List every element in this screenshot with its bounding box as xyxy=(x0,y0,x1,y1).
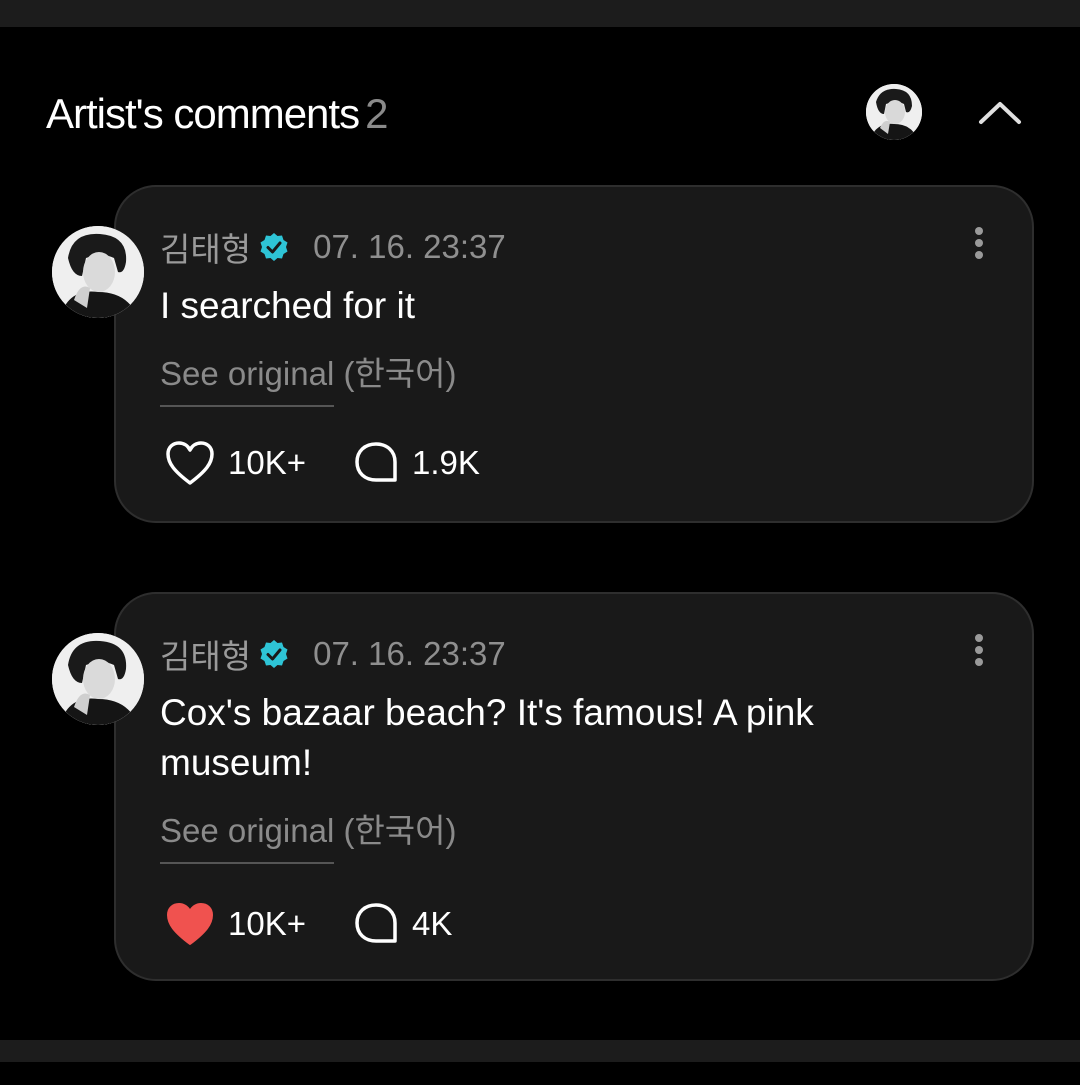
heart-filled-icon xyxy=(167,903,213,945)
like-button[interactable]: 10K+ xyxy=(164,900,306,948)
reply-count: 4K xyxy=(412,905,453,942)
original-language: (한국어) xyxy=(343,355,457,392)
see-original-link[interactable]: See original xyxy=(160,355,335,407)
chevron-up-icon xyxy=(979,102,1021,124)
comment-timestamp: 07. 16. 23:37 xyxy=(313,228,506,265)
dot xyxy=(975,227,983,235)
comment-count: 2 xyxy=(365,90,388,137)
heart-outline-icon xyxy=(166,441,214,485)
comment-text: Cox's bazaar beach? It's famous! A pink … xyxy=(160,692,814,783)
author-avatar[interactable] xyxy=(52,633,144,725)
collapse-button[interactable] xyxy=(972,88,1028,136)
artist-comments-header: Artist's comments 2 xyxy=(46,84,1036,140)
comment-actions: 10K+ 1.9K xyxy=(164,439,480,487)
reply-button[interactable]: 4K xyxy=(352,901,452,947)
comment-meta: 김태형 07. 16. 23:37 xyxy=(160,223,506,271)
comment-timestamp: 07. 16. 23:37 xyxy=(313,635,506,672)
reply-button[interactable]: 1.9K xyxy=(352,440,480,486)
speech-bubble-icon xyxy=(355,903,397,943)
like-count: 10K+ xyxy=(228,444,306,481)
author-name[interactable]: 김태형 xyxy=(160,630,251,678)
like-button[interactable]: 10K+ xyxy=(164,439,306,487)
author-avatar[interactable] xyxy=(52,226,144,318)
dot xyxy=(975,658,983,666)
speech-bubble-icon xyxy=(355,442,397,482)
artist-avatar[interactable] xyxy=(866,84,922,140)
dot xyxy=(975,239,983,247)
verified-badge-icon xyxy=(260,233,288,261)
dot xyxy=(975,634,983,642)
comment-actions: 10K+ 4K xyxy=(164,900,452,948)
section-title-text: Artist's comments xyxy=(46,90,360,137)
reply-count: 1.9K xyxy=(412,444,480,481)
section-title: Artist's comments 2 xyxy=(46,90,388,138)
dot xyxy=(975,251,983,259)
bottom-divider-bar xyxy=(0,1040,1080,1062)
more-options-button[interactable] xyxy=(966,223,992,263)
more-options-button[interactable] xyxy=(966,630,992,670)
see-original-row: See original (한국어) xyxy=(160,804,457,864)
comment-card: 김태형 07. 16. 23:37 I searched for it See … xyxy=(114,185,1034,523)
comment-meta: 김태형 07. 16. 23:37 xyxy=(160,630,506,678)
comment-card: 김태형 07. 16. 23:37 Cox's bazaar beach? It… xyxy=(114,592,1034,981)
verified-badge-icon xyxy=(260,640,288,668)
dot xyxy=(975,646,983,654)
see-original-row: See original (한국어) xyxy=(160,347,457,407)
author-name[interactable]: 김태형 xyxy=(160,223,251,271)
like-count: 10K+ xyxy=(228,905,306,942)
see-original-link[interactable]: See original xyxy=(160,812,335,864)
comment-text: I searched for it xyxy=(160,285,416,326)
original-language: (한국어) xyxy=(343,812,457,849)
top-divider-bar xyxy=(0,0,1080,27)
